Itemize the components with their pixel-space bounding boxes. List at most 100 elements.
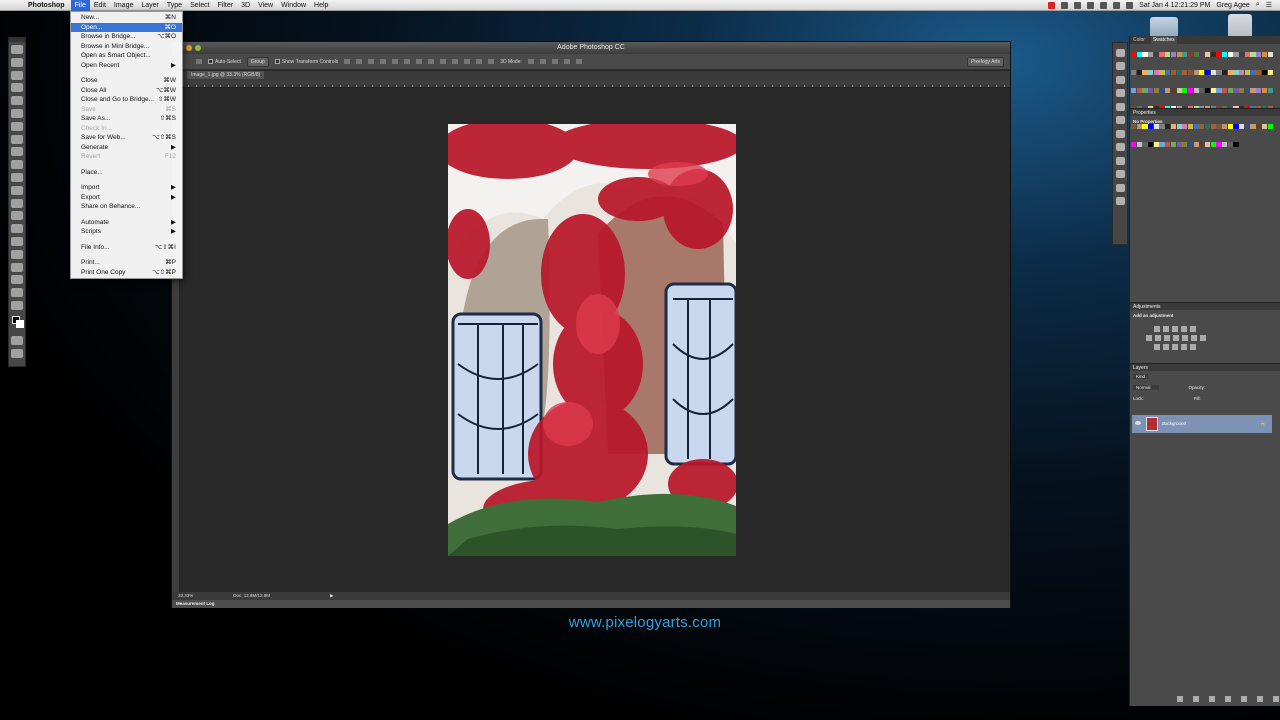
clone-source-icon[interactable] <box>1115 129 1125 138</box>
app-menu[interactable]: Photoshop <box>22 2 71 9</box>
move-tool-icon[interactable] <box>11 45 23 54</box>
file-menu-item-save-for-web[interactable]: Save for Web... ⌥⇧⌘S <box>71 133 182 143</box>
file-menu-item-new[interactable]: New... ⌘N <box>71 13 182 23</box>
distribute-center-icon[interactable] <box>464 59 471 64</box>
file-menu-item-close-and-go-to-bridge[interactable]: Close and Go to Bridge... ⇧⌘W <box>71 95 182 105</box>
horizontal-ruler[interactable] <box>180 80 1010 88</box>
healing-tool-icon[interactable] <box>11 121 23 131</box>
menu-image[interactable]: Image <box>110 0 137 11</box>
layer-style-icon[interactable] <box>1192 696 1199 702</box>
extras-tool-icon[interactable] <box>11 300 23 310</box>
adjustments-panel-title[interactable]: Adjustments <box>1130 302 1280 310</box>
file-menu-item-save[interactable]: Save ⌘S <box>71 105 182 115</box>
stamp-tool-icon[interactable] <box>11 147 23 157</box>
3d-pan-icon[interactable] <box>551 59 558 64</box>
new-layer-icon[interactable] <box>1256 696 1263 702</box>
new-adjustment-icon[interactable] <box>1224 696 1231 702</box>
selective-color-icon[interactable] <box>1180 344 1187 350</box>
align-left-icon[interactable] <box>380 59 387 64</box>
exposure-icon[interactable] <box>1180 326 1187 332</box>
distribute-bottom-icon[interactable] <box>440 59 447 64</box>
new-group-icon[interactable] <box>1240 696 1247 702</box>
file-menu-item-open-recent[interactable]: Open Recent ▶ <box>71 61 182 71</box>
menu-file[interactable]: File <box>70 0 90 11</box>
screen-mode-icon[interactable] <box>11 348 23 358</box>
auto-align-icon[interactable] <box>488 59 495 64</box>
blend-mode-select[interactable]: Normal <box>1133 385 1159 390</box>
layer-row-background[interactable]: Background 🔒 <box>1132 415 1272 433</box>
auto-select-checkbox[interactable]: Auto-Select <box>208 59 241 65</box>
file-menu-item-share-on-behance[interactable]: Share on Behance... <box>71 202 182 212</box>
menu-filter[interactable]: Filter <box>214 0 238 11</box>
menu-3d[interactable]: 3D <box>237 0 254 11</box>
tools-panel-grip[interactable] <box>9 38 25 42</box>
layer-name[interactable]: Background <box>1162 421 1186 426</box>
posterize-icon[interactable] <box>1153 344 1160 350</box>
navigator-icon[interactable] <box>1115 62 1125 70</box>
spotlight-icon[interactable]: ⌕ <box>1256 1 1260 9</box>
styles-icon[interactable] <box>1115 143 1125 151</box>
levels-icon[interactable] <box>1162 326 1169 332</box>
blur-tool-icon[interactable] <box>11 198 23 208</box>
properties-panel-title[interactable]: Properties <box>1130 108 1280 116</box>
menu-layer[interactable]: Layer <box>137 0 163 11</box>
menu-window[interactable]: Window <box>277 0 310 11</box>
zoom-window-button[interactable] <box>195 45 201 51</box>
window-titlebar[interactable]: Adobe Photoshop CC <box>172 42 1010 54</box>
eyedropper-tool-icon[interactable] <box>11 108 23 118</box>
hue-saturation-icon[interactable] <box>1145 335 1152 341</box>
file-menu-item-close-all[interactable]: Close All ⌥⌘W <box>71 86 182 96</box>
file-menu-item-export[interactable]: Export ▶ <box>71 193 182 203</box>
black-white-icon[interactable] <box>1163 335 1170 341</box>
menu-select[interactable]: Select <box>186 0 213 11</box>
actions-play-icon[interactable] <box>1115 75 1125 84</box>
tab-color[interactable]: Color <box>1133 36 1145 44</box>
menu-type[interactable]: Type <box>163 0 186 11</box>
file-menu-item-open-as-smart-object[interactable]: Open as Smart Object... <box>71 51 182 61</box>
brush-tool-icon[interactable] <box>11 134 23 144</box>
align-center-icon[interactable] <box>392 59 399 64</box>
3d-roll-icon[interactable] <box>539 59 546 64</box>
menubar-clock[interactable]: Sat Jan 4 12:21:29 PM <box>1139 2 1210 9</box>
document-image[interactable] <box>448 124 736 556</box>
flag-icon[interactable] <box>1126 1 1134 9</box>
file-menu-item-file-info[interactable]: File Info... ⌥⇧⌘I <box>71 243 182 253</box>
dodge-tool-icon[interactable] <box>11 211 23 221</box>
threshold-icon[interactable] <box>1162 344 1169 350</box>
file-menu-item-place[interactable]: Place... <box>71 168 182 178</box>
3d-rotate-icon[interactable] <box>527 59 534 64</box>
notification-icon[interactable]: ☰ <box>1266 1 1272 9</box>
menu-edit[interactable]: Edit <box>90 0 110 11</box>
path-select-tool-icon[interactable] <box>11 249 23 259</box>
distribute-middle-icon[interactable] <box>428 59 435 64</box>
info-icon[interactable] <box>1115 48 1125 57</box>
file-menu-item-open[interactable]: Open... ⌘O <box>71 22 182 32</box>
quick-select-tool-icon[interactable] <box>11 83 23 93</box>
gradient-map-icon[interactable] <box>1171 344 1178 350</box>
3d-scale-icon[interactable] <box>575 59 582 64</box>
character-icon[interactable] <box>1115 89 1125 97</box>
crop-tool-icon[interactable] <box>11 96 23 106</box>
channels-icon[interactable] <box>1115 170 1125 178</box>
file-menu-item-close[interactable]: Close ⌘W <box>71 76 182 86</box>
photo-filter-icon[interactable] <box>1172 335 1179 341</box>
file-menu-item-scripts[interactable]: Scripts ▶ <box>71 227 182 237</box>
adobe-icon[interactable] <box>1048 1 1056 9</box>
paths-icon[interactable] <box>1115 183 1125 192</box>
dropbox-icon[interactable] <box>1061 1 1069 9</box>
file-menu-item-browse-in-mini-bridge[interactable]: Browse in Mini Bridge... <box>71 42 182 52</box>
shape-tool-icon[interactable] <box>11 262 23 272</box>
curves-icon[interactable] <box>1171 326 1178 332</box>
file-menu-item-check-in[interactable]: Check In... <box>71 124 182 134</box>
tab-swatches[interactable]: Swatches <box>1150 36 1177 44</box>
file-menu-item-save-as[interactable]: Save As... ⇧⌘S <box>71 114 182 124</box>
lasso-tool-icon[interactable] <box>11 70 23 80</box>
move-tool-preset-icon[interactable] <box>196 59 202 64</box>
menu-help[interactable]: Help <box>310 0 332 11</box>
zoom-tool-icon[interactable] <box>11 288 23 298</box>
file-menu-item-browse-in-bridge[interactable]: Browse in Bridge... ⌥⌘O <box>71 32 182 42</box>
distribute-top-icon[interactable] <box>416 59 423 64</box>
document-tab[interactable]: Image_1.jpg @ 33.3% (RGB/8) <box>187 71 265 79</box>
doc-size-info[interactable]: Doc: 12.8M/12.8M <box>233 592 270 600</box>
align-middle-icon[interactable] <box>356 59 363 64</box>
